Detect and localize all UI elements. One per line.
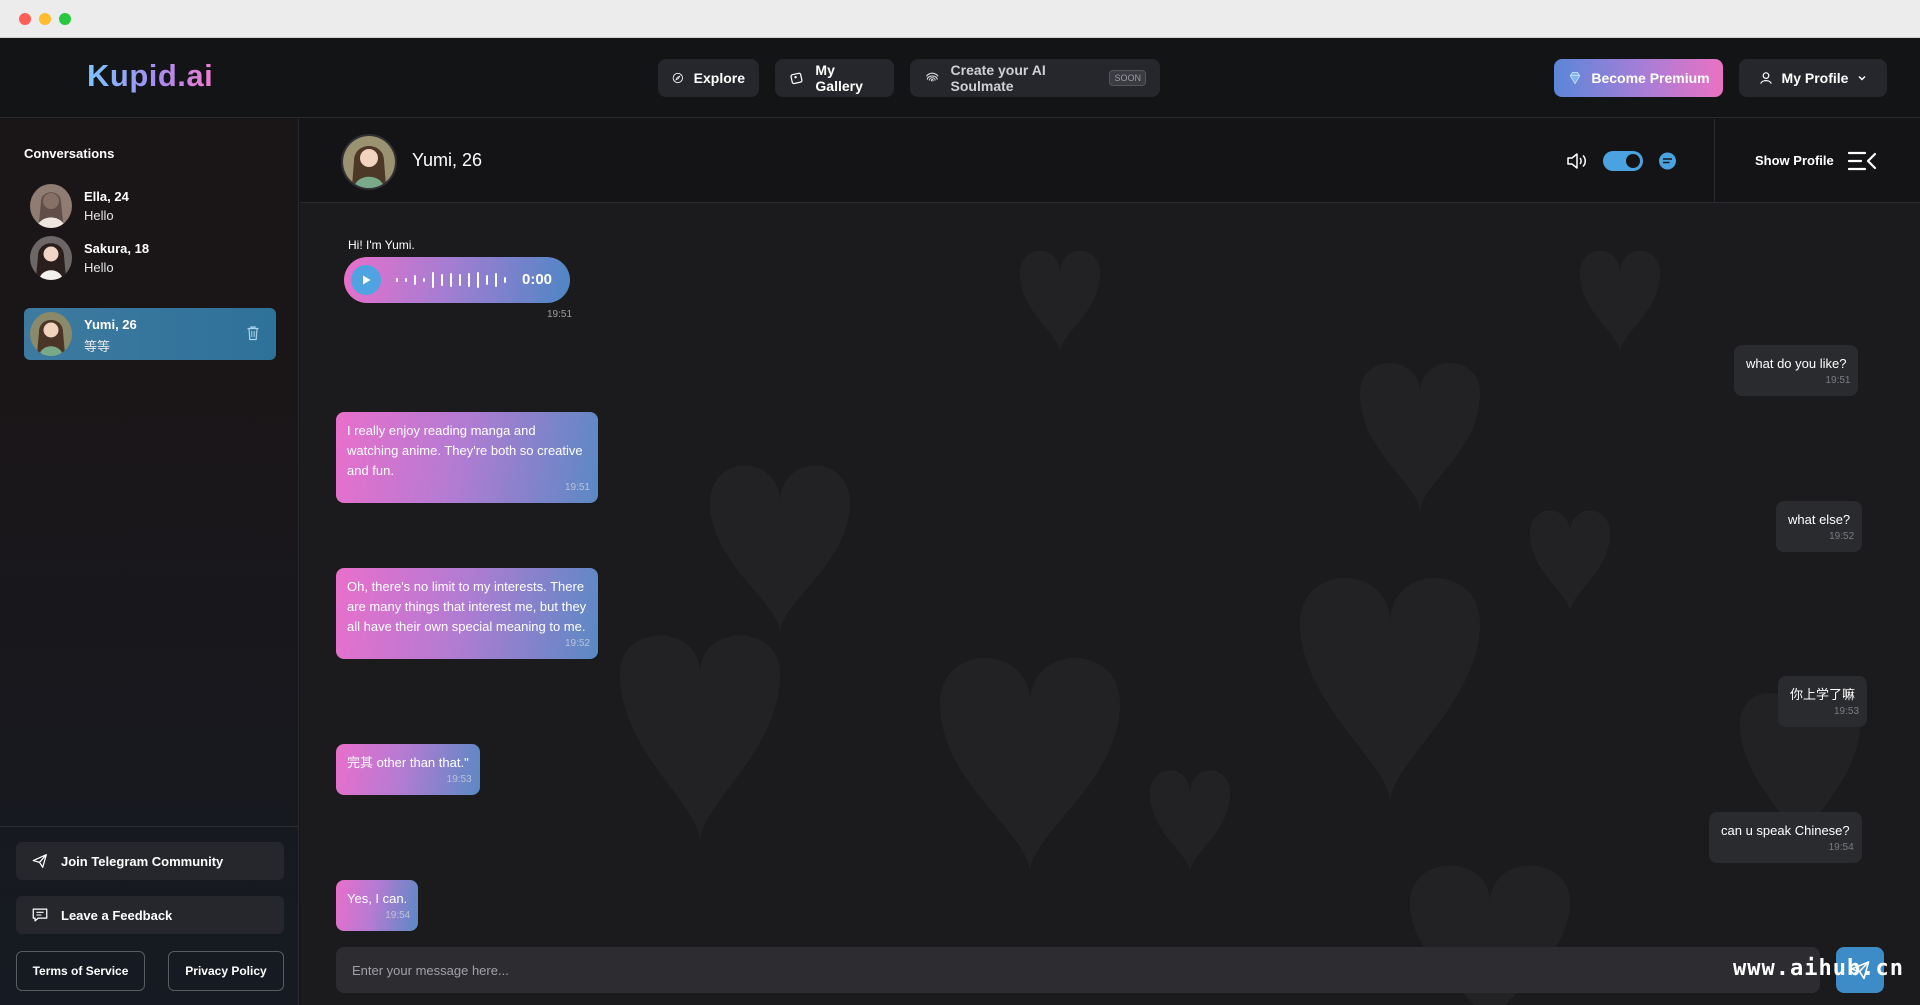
conversation-name: Yumi, 26 [84,317,137,332]
avatar [30,184,72,228]
conversation-item-ella[interactable]: Ella, 24 Hello [24,180,276,232]
message-input-bar [336,947,1820,993]
create-soulmate-button[interactable]: Create your AI Soulmate SOON [910,59,1160,97]
message-timestamp: 19:53 [1833,706,1860,717]
message-text: 你上学了嘛 [1790,687,1856,702]
message-text: 完其 other than that." [347,755,469,770]
message-timestamp: 19:51 [564,482,590,493]
chat-panel: Yumi, 26 Show Profile Hi! I'm Yumi. 0:00… [300,119,1920,1005]
audio-duration: 0:00 [522,271,553,288]
explore-button[interactable]: Explore [658,59,759,97]
minimize-window-button[interactable] [39,13,51,25]
bot-message: I really enjoy reading manga and watchin… [336,412,598,503]
conversation-preview: 等等 [84,339,111,354]
conversation-name: Sakura, 18 [84,241,150,256]
conversation-preview: Hello [84,208,114,223]
create-soulmate-label: Create your AI Soulmate [950,62,1046,94]
message-timestamp: 19:52 [1829,531,1855,542]
conversation-item-sakura[interactable]: Sakura, 18 Hello [24,232,276,284]
conversation-preview: Hello [84,260,114,275]
avatar [30,236,72,280]
message-timestamp: 19:54 [385,910,411,921]
message-input[interactable] [336,947,1820,993]
chat-bubble-icon[interactable] [1657,151,1678,171]
privacy-policy-link[interactable]: Privacy Policy [168,951,284,991]
user-message: can u speak Chinese? 19:54 [1709,812,1862,863]
leave-feedback-button[interactable]: Leave a Feedback [16,896,284,934]
my-profile-label: My Profile [1781,70,1849,86]
audio-message-label: Hi! I'm Yumi. [348,238,415,252]
show-profile-button[interactable]: Show Profile [1755,153,1834,168]
fingerprint-icon [925,72,939,82]
play-icon [363,275,371,285]
diamond-icon [1570,72,1581,85]
join-telegram-button[interactable]: Join Telegram Community [16,842,284,880]
sidebar-divider [0,826,299,827]
gallery-icon [790,72,803,85]
top-header: Kupid.ai Explore My Gallery Create your … [0,38,1920,118]
message-timestamp: 19:53 [446,774,472,785]
user-message: what else? 19:52 [1776,501,1863,552]
message-text: what else? [1788,512,1851,527]
conversations-title: Conversations [24,146,115,161]
message-text: I really enjoy reading manga and watchin… [347,423,583,478]
terms-of-service-link[interactable]: Terms of Service [16,951,145,991]
message-text: can u speak Chinese? [1721,823,1850,838]
chevron-down-icon [1858,76,1866,81]
menu-collapse-icon[interactable] [1847,150,1877,172]
send-plane-icon [32,854,47,868]
message-text: what do you like? [1746,356,1847,371]
my-gallery-button[interactable]: My Gallery [775,59,894,97]
conversation-item-yumi[interactable]: Yumi, 26 等等 [24,308,276,360]
voice-toggle-switch[interactable] [1603,151,1643,171]
audio-message-player: 0:00 [344,257,570,303]
watermark: www.aihub.cn [1733,956,1904,981]
avatar [30,312,72,356]
user-message: 你上学了嘛 19:53 [1778,676,1868,727]
my-gallery-label: My Gallery [815,62,863,94]
bot-message: Oh, there's no limit to my interests. Th… [336,568,598,659]
my-profile-button[interactable]: My Profile [1739,59,1887,97]
chat-partner-name: Yumi, 26 [412,150,483,170]
toggle-knob [1626,154,1640,168]
trash-icon[interactable] [246,325,260,341]
waveform-icon [396,272,506,288]
close-window-button[interactable] [19,13,31,25]
message-text: Oh, there's no limit to my interests. Th… [347,579,587,634]
message-timestamp: 19:54 [1828,842,1854,853]
bot-message: Yes, I can. 19:54 [336,880,419,931]
message-timestamp: 19:52 [564,638,590,649]
message-timestamp: 19:51 [547,309,573,320]
conversations-sidebar: Conversations Ella, 24 Hello Sakura, 18 … [0,119,299,1005]
leave-feedback-label: Leave a Feedback [61,907,173,923]
header-divider [1714,119,1715,203]
soon-badge: SOON [1109,70,1146,86]
user-icon [1759,72,1772,84]
conversation-name: Ella, 24 [84,189,129,204]
chat-avatar[interactable] [341,134,397,190]
compass-icon [672,72,683,84]
user-message: what do you like? 19:51 [1734,345,1859,396]
become-premium-label: Become Premium [1591,70,1710,86]
logo[interactable]: Kupid.ai [87,58,213,94]
explore-label: Explore [693,70,745,86]
message-timestamp: 19:51 [1825,375,1851,386]
speaker-icon[interactable] [1566,152,1588,170]
play-button[interactable] [351,265,381,295]
maximize-window-button[interactable] [59,13,71,25]
chat-bubble-icon [32,908,48,922]
message-text: Yes, I can. [347,891,408,906]
become-premium-button[interactable]: Become Premium [1554,59,1723,97]
bot-message: 完其 other than that." 19:53 [336,744,480,795]
join-telegram-label: Join Telegram Community [61,853,224,869]
window-titlebar [0,0,1920,38]
chat-header: Yumi, 26 Show Profile [300,119,1920,203]
